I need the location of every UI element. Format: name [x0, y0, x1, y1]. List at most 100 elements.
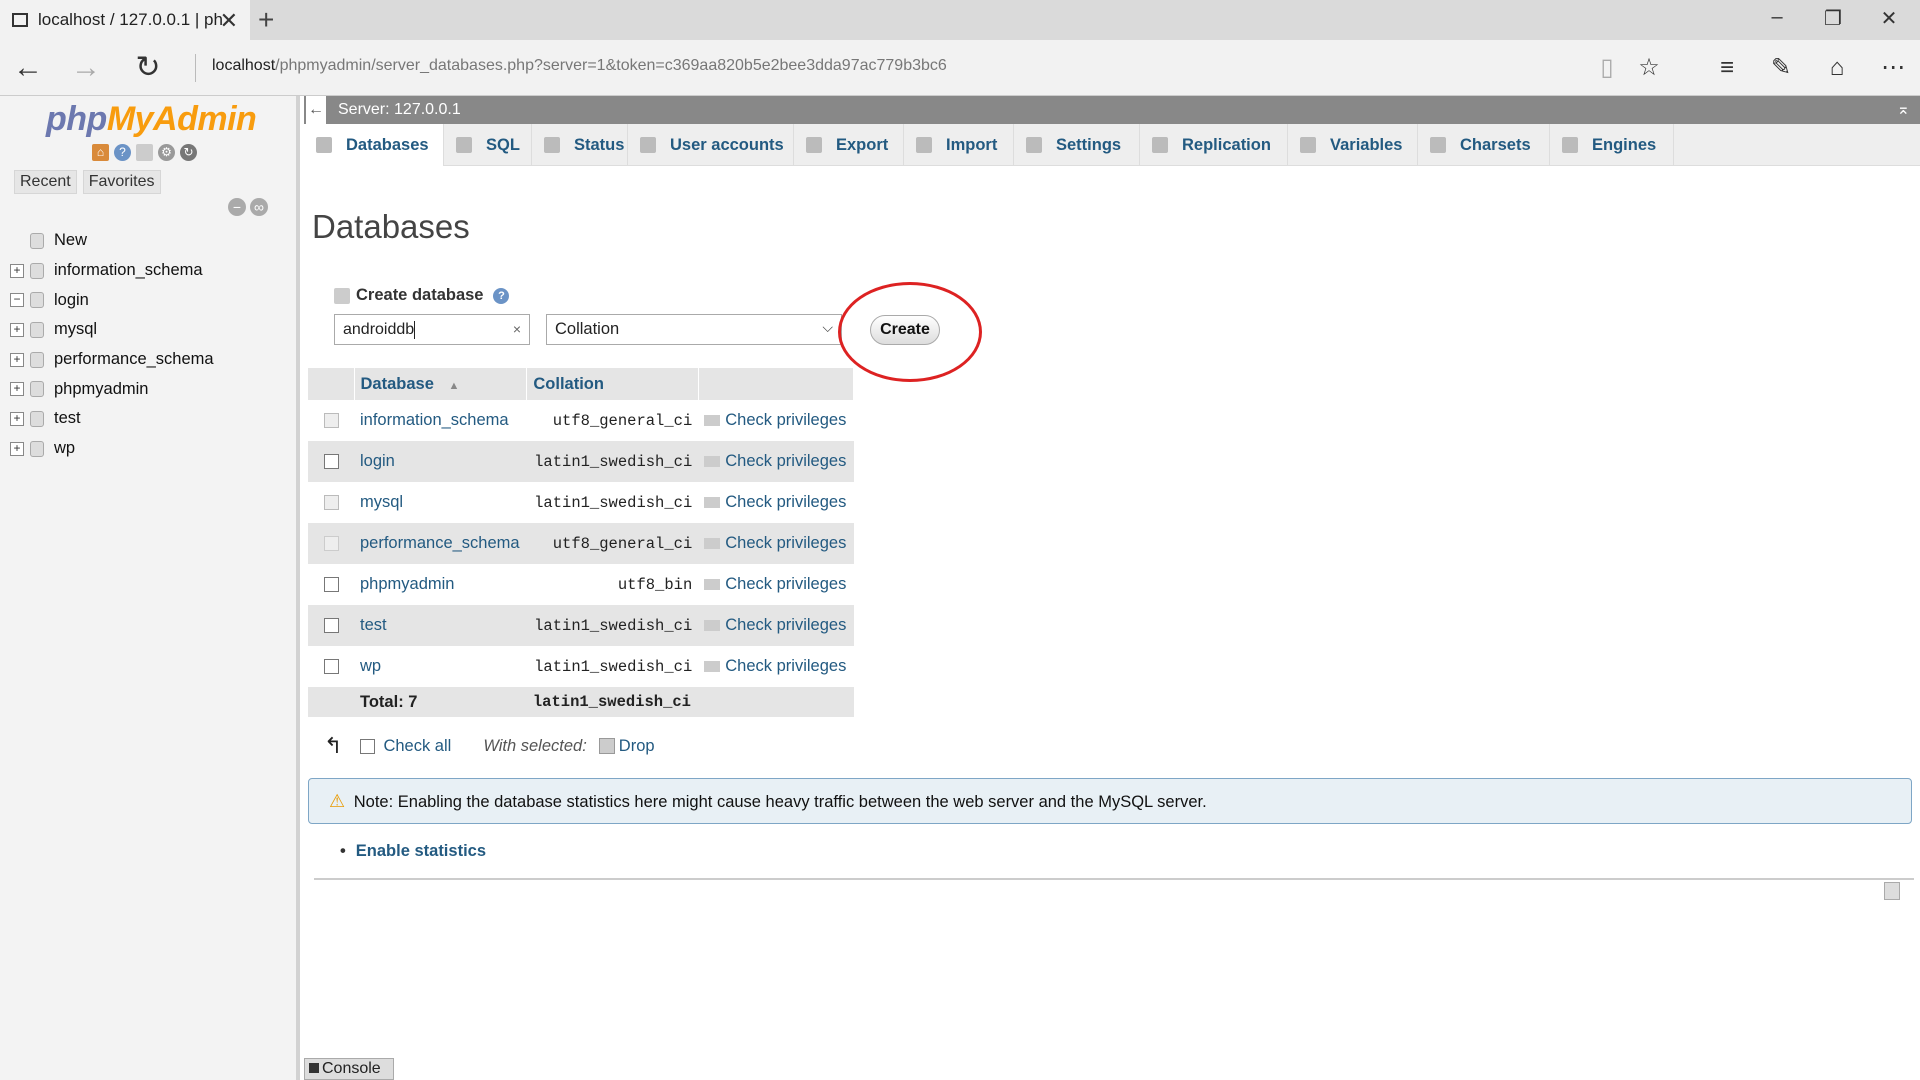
drop-button[interactable]: Drop	[619, 737, 655, 756]
tab-status[interactable]: Status	[532, 124, 628, 166]
clear-input-icon[interactable]: ×	[513, 315, 521, 344]
check-privileges-link[interactable]: Check privileges	[698, 400, 853, 441]
close-tab-icon[interactable]: ✕	[220, 8, 238, 34]
collapse-icon[interactable]: −	[10, 293, 24, 308]
tab-label: Status	[574, 135, 625, 154]
expand-icon[interactable]: +	[10, 322, 24, 337]
collapse-nav-icon[interactable]: ←	[306, 96, 326, 124]
home-icon[interactable]: ⌂	[92, 144, 109, 161]
tab-export[interactable]: Export	[794, 124, 904, 166]
tab-replication[interactable]: Replication	[1140, 124, 1288, 166]
check-privileges-link[interactable]: Check privileges	[698, 482, 853, 523]
expand-icon[interactable]: +	[10, 382, 24, 397]
database-link[interactable]: information_schema	[354, 400, 527, 441]
tree-item-login[interactable]: − login	[10, 285, 214, 315]
tree-item-test[interactable]: + test	[10, 404, 214, 434]
expand-icon[interactable]: +	[10, 352, 24, 367]
maximize-icon[interactable]: ⌅	[1897, 96, 1910, 124]
tab-sql[interactable]: SQL	[444, 124, 532, 166]
tree-item-information-schema[interactable]: + information_schema	[10, 256, 214, 286]
database-name-input[interactable]: androiddb ×	[334, 314, 530, 345]
hub-icon[interactable]: ≡	[1710, 52, 1744, 84]
row-checkbox[interactable]	[323, 454, 339, 470]
table-row: wp latin1_swedish_ci Check privileges	[308, 646, 854, 687]
tab-engines[interactable]: Engines	[1550, 124, 1674, 166]
refresh-icon[interactable]: ↻	[130, 50, 166, 86]
link-with-main-icon[interactable]: ∞	[250, 198, 268, 216]
database-link[interactable]: phpmyadmin	[354, 564, 527, 605]
row-checkbox[interactable]	[323, 659, 339, 675]
new-tab-icon[interactable]: +	[258, 4, 274, 36]
documentation-icon[interactable]	[136, 144, 153, 161]
check-all-label[interactable]: Check all	[383, 737, 451, 756]
header-database[interactable]: Database ▲	[354, 368, 528, 400]
tab-import[interactable]: Import	[904, 124, 1014, 166]
table-row: performance_schema utf8_general_ci Check…	[308, 523, 854, 564]
share-icon[interactable]: ⌂	[1820, 52, 1854, 84]
create-button[interactable]: Create	[870, 315, 940, 345]
tree-item-mysql[interactable]: + mysql	[10, 315, 214, 345]
tab-databases[interactable]: Databases	[304, 124, 444, 166]
database-link[interactable]: mysql	[354, 482, 527, 523]
create-label-text: Create database	[356, 286, 484, 304]
tab-settings[interactable]: Settings	[1014, 124, 1140, 166]
collation-select[interactable]: Collation ⌵	[546, 314, 842, 345]
import-icon	[916, 137, 932, 153]
favorites-tab[interactable]: Favorites	[82, 170, 161, 194]
row-checkbox[interactable]	[323, 577, 339, 593]
collation-value: latin1_swedish_ci	[534, 657, 693, 676]
more-icon[interactable]: ⋯	[1876, 52, 1910, 84]
database-link[interactable]: wp	[354, 646, 527, 687]
database-icon	[30, 410, 44, 427]
header-actions	[698, 368, 855, 400]
check-privileges-link[interactable]: Check privileges	[698, 523, 854, 564]
tree-item-performance-schema[interactable]: + performance_schema	[10, 345, 214, 375]
tree-item-wp[interactable]: + wp	[10, 434, 214, 464]
statistics-note: ⚠ Note: Enabling the database statistics…	[308, 778, 1912, 824]
header-collation[interactable]: Collation	[526, 368, 699, 400]
tab-variables[interactable]: Variables	[1288, 124, 1418, 166]
input-value: androiddb	[343, 321, 415, 338]
reading-view-icon[interactable]: ▯	[1590, 52, 1624, 84]
settings-gear-icon[interactable]: ⚙	[158, 144, 175, 161]
web-note-icon[interactable]: ✎	[1764, 52, 1798, 84]
back-icon[interactable]: ←	[10, 50, 46, 86]
enable-statistics-link[interactable]: • Enable statistics	[340, 842, 486, 861]
check-privileges-link[interactable]: Check privileges	[698, 605, 854, 646]
tree-item-new[interactable]: New	[10, 226, 214, 256]
check-all-checkbox[interactable]	[360, 738, 376, 754]
help-icon[interactable]: ?	[114, 144, 131, 161]
tree-item-phpmyadmin[interactable]: + phpmyadmin	[10, 374, 214, 404]
reload-nav-icon[interactable]: ↻	[180, 144, 197, 161]
expand-icon[interactable]: +	[10, 263, 24, 278]
database-link[interactable]: performance_schema	[354, 523, 527, 564]
tab-charsets[interactable]: Charsets	[1418, 124, 1550, 166]
browser-tab[interactable]: localhost / 127.0.0.1 | ph ✕	[0, 0, 250, 40]
restore-icon[interactable]: ❐	[1818, 6, 1848, 31]
help-icon[interactable]: ?	[493, 287, 510, 304]
check-privileges-link[interactable]: Check privileges	[698, 646, 853, 687]
database-link[interactable]: login	[354, 441, 527, 482]
close-window-icon[interactable]: ✕	[1874, 6, 1904, 31]
forward-icon[interactable]: →	[68, 50, 104, 86]
console-label: Console	[322, 1060, 381, 1077]
check-privileges-link[interactable]: Check privileges	[698, 564, 853, 605]
tab-user-accounts[interactable]: User accounts	[628, 124, 794, 166]
page-settings-icon[interactable]	[1884, 882, 1900, 900]
tree-label: mysql	[54, 320, 98, 339]
url-field[interactable]: localhost/phpmyadmin/server_databases.ph…	[212, 57, 947, 75]
expand-icon[interactable]: +	[10, 441, 24, 456]
header-checkbox-cell	[308, 368, 355, 400]
console-toggle[interactable]: Console	[304, 1058, 394, 1080]
expand-icon[interactable]: +	[10, 411, 24, 426]
check-privileges-link[interactable]: Check privileges	[698, 441, 854, 482]
row-checkbox[interactable]	[323, 618, 339, 634]
action-label: Check privileges	[725, 534, 847, 552]
database-link[interactable]: test	[354, 605, 527, 646]
favorite-star-icon[interactable]: ☆	[1632, 52, 1666, 84]
phpmyadmin-logo[interactable]: phpMyAdmin	[46, 100, 257, 139]
collapse-all-icon[interactable]: −	[228, 198, 246, 216]
minimize-icon[interactable]: –	[1762, 6, 1792, 29]
recent-tab[interactable]: Recent	[14, 170, 77, 194]
server-title[interactable]: Server: 127.0.0.1	[338, 96, 461, 124]
